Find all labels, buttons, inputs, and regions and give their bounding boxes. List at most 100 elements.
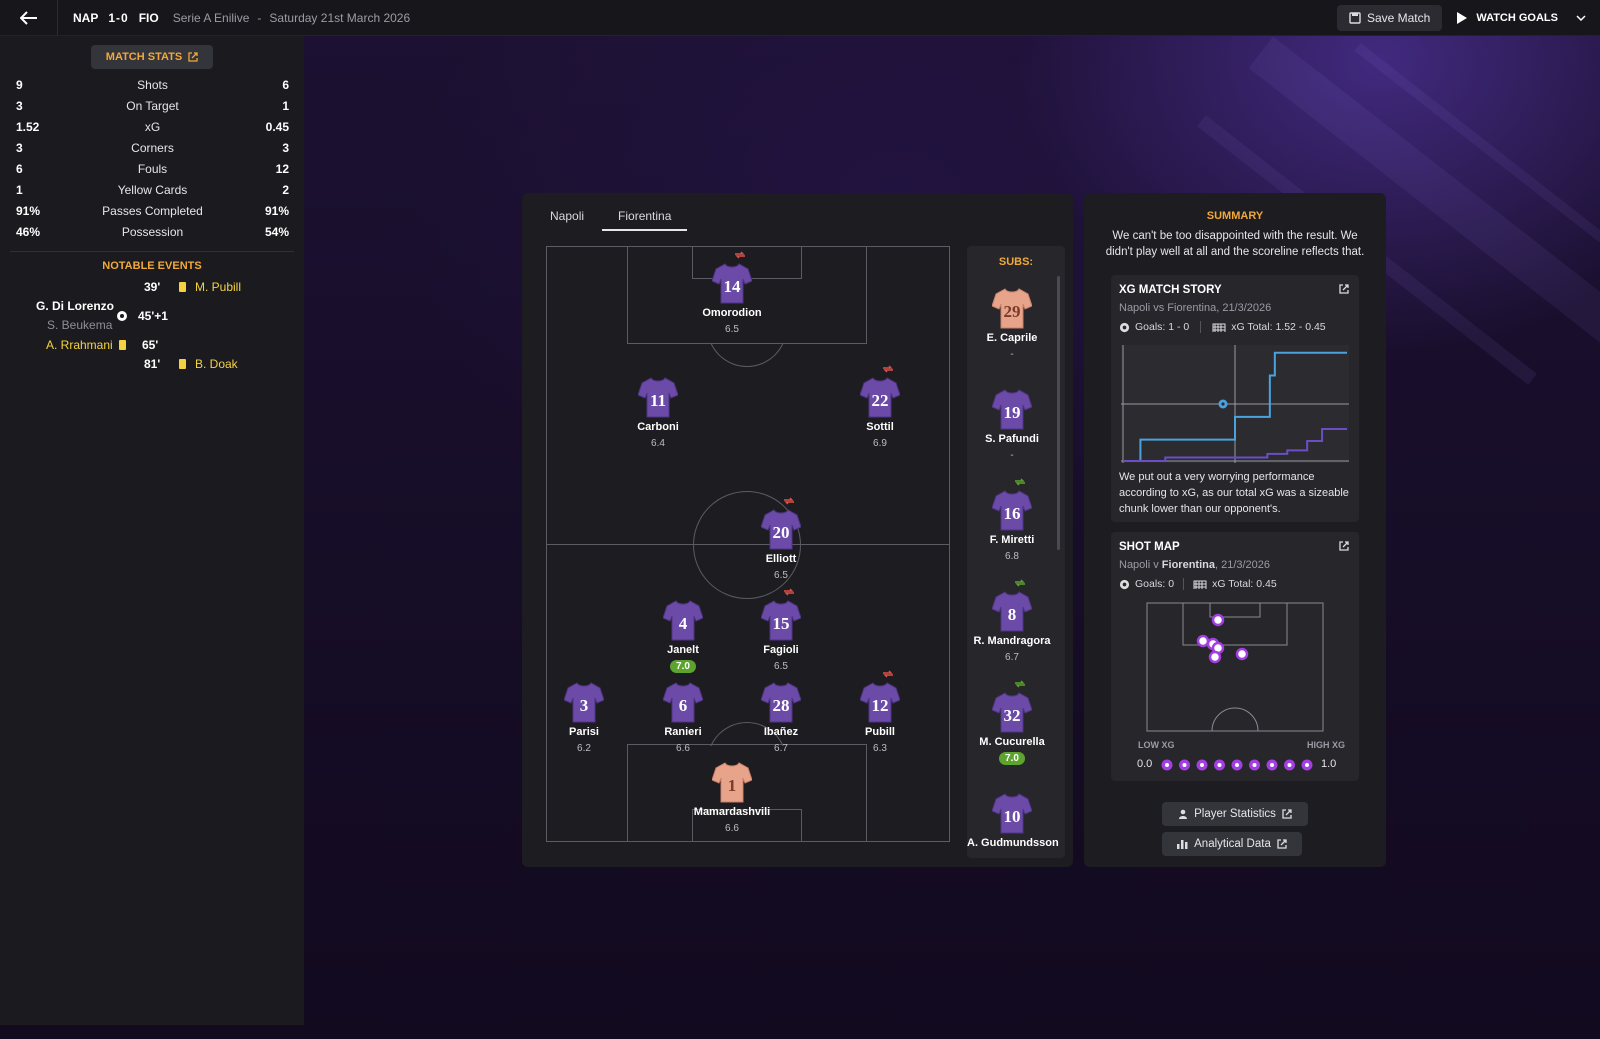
player-ibaez[interactable]: 28 Ibañez 6.7 — [741, 680, 821, 756]
stat-home-value: 46% — [16, 224, 41, 239]
event-player[interactable]: B. Doak — [195, 357, 238, 371]
player-rating: 6.5 — [774, 570, 788, 581]
player-pubill[interactable]: 12 Pubill 6.3 — [840, 670, 920, 756]
player-rating: 6.2 — [577, 743, 591, 754]
player-janelt[interactable]: 4 Janelt 7.0 — [643, 598, 723, 674]
player-ranieri[interactable]: 6 Ranieri 6.6 — [643, 680, 723, 756]
stat-home-value: 9 — [16, 77, 23, 92]
xg-scale-legend — [1161, 759, 1313, 771]
player-rating: 6.7 — [774, 743, 788, 754]
event-player[interactable]: M. Pubill — [195, 280, 241, 294]
shirt-icon: 29 — [991, 286, 1033, 330]
play-icon — [1457, 12, 1468, 24]
player-rating: 7.0 — [999, 752, 1025, 765]
player-name: Carboni — [637, 421, 679, 433]
player-name: Fagioli — [763, 644, 799, 656]
sub-player[interactable]: 32 M. Cucurella 7.0 — [967, 680, 1057, 766]
goal-net-icon — [1212, 323, 1226, 332]
shot-markers — [1196, 613, 1249, 664]
popout-icon — [188, 52, 198, 62]
event-player[interactable]: A. Rrahmani — [46, 338, 113, 352]
player-sottil[interactable]: 22 Sottil 6.9 — [840, 365, 920, 451]
competition-info: Serie A Enilive - Saturday 21st March 2026 — [173, 11, 410, 25]
stat-row: 1.52 xG 0.45 — [16, 116, 289, 137]
analytical-data-button[interactable]: Analytical Data — [1162, 832, 1302, 856]
save-match-button[interactable]: Save Match — [1336, 5, 1443, 31]
stat-row: 3 On Target 1 — [16, 95, 289, 116]
stat-label: Shots — [137, 77, 168, 92]
sub-player[interactable]: 8 R. Mandragora 6.7 — [967, 579, 1057, 665]
sub-player[interactable]: 16 F. Miretti 6.8 — [967, 478, 1057, 564]
popout-icon — [1277, 839, 1287, 849]
sub-on-icon — [1015, 579, 1025, 587]
sub-player[interactable]: 19 S. Pafundi - — [967, 387, 1057, 463]
shot-map-card[interactable]: SHOT MAP Napoli v Fiorentina, 21/3/2026 … — [1111, 532, 1359, 781]
player-fagioli[interactable]: 15 Fagioli 6.5 — [741, 588, 821, 674]
shot-map-pitch — [1146, 602, 1324, 732]
stat-home-value: 3 — [16, 98, 23, 113]
popout-icon[interactable] — [1339, 284, 1349, 294]
sub-on-icon — [1015, 680, 1025, 688]
player-mamardashvili[interactable]: 1 Mamardashvili 6.6 — [692, 760, 772, 836]
shirt-icon: 1 — [711, 760, 753, 804]
svg-text:12: 12 — [872, 696, 889, 715]
tab-napoli[interactable]: Napoli — [536, 203, 598, 229]
stat-home-value: 1.52 — [16, 119, 40, 134]
shot-marker[interactable] — [1208, 650, 1222, 664]
subs-scrollbar[interactable] — [1057, 276, 1060, 550]
event-assist[interactable]: S. Beukema — [47, 318, 112, 332]
player-rating: 6.8 — [1005, 551, 1019, 562]
player-parisi[interactable]: 3 Parisi 6.2 — [544, 680, 624, 756]
low-xg-label: LOW XG — [1138, 740, 1175, 750]
shot-marker[interactable] — [1235, 647, 1249, 661]
competition-name: Serie A Enilive — [172, 10, 250, 25]
player-rating: 6.5 — [774, 661, 788, 672]
popout-icon[interactable] — [1339, 541, 1349, 551]
player-rating: 6.9 — [873, 438, 887, 449]
sub-on-icon — [1015, 478, 1025, 486]
player-name: Sottil — [866, 421, 894, 433]
event-player[interactable]: G. Di Lorenzo — [36, 299, 114, 313]
stat-row: 6 Fouls 12 — [16, 158, 289, 179]
chevron-down-icon[interactable] — [1576, 15, 1586, 21]
xg-scale-max: 1.0 — [1321, 758, 1337, 770]
meta-divider — [1183, 578, 1185, 590]
sub-player[interactable]: 29 E. Caprile - — [967, 286, 1057, 362]
player-name: Elliott — [765, 553, 797, 565]
shot-marker[interactable] — [1196, 634, 1210, 648]
home-team-abbr: NAP — [73, 10, 99, 25]
shot-map-date: , 21/3/2026 — [1214, 559, 1271, 571]
player-statistics-button[interactable]: Player Statistics — [1162, 802, 1308, 826]
shot-marker[interactable] — [1211, 613, 1225, 627]
person-icon — [1179, 809, 1188, 819]
summary-text: We can't be too disappointed with the re… — [1105, 230, 1365, 258]
shirt-icon: 22 — [859, 365, 901, 419]
summary-title: SUMMARY — [1206, 210, 1264, 222]
top-bar: NAP 1-0 FIO Serie A Enilive - Saturday 21s… — [0, 0, 1600, 36]
svg-text:22: 22 — [872, 391, 889, 410]
sub-off-icon — [784, 497, 794, 505]
stat-row: 46% Possession 54% — [16, 221, 289, 242]
divider — [10, 251, 294, 252]
shirt-icon: 14 — [711, 251, 753, 305]
stat-away-value: 12 — [275, 161, 289, 176]
event-minute: 39' — [144, 280, 161, 294]
tab-fiorentina[interactable]: Fiorentina — [602, 203, 688, 231]
save-match-label: Save Match — [1366, 11, 1431, 25]
stat-row: 1 Yellow Cards 2 — [16, 179, 289, 200]
match-stats-button[interactable]: MATCH STATS — [91, 45, 213, 69]
player-elliott[interactable]: 20 Elliott 6.5 — [741, 497, 821, 583]
player-omorodion[interactable]: 14 Omorodion 6.5 — [692, 251, 772, 337]
stat-home-value: 3 — [16, 140, 23, 155]
player-statistics-label: Player Statistics — [1194, 808, 1276, 820]
player-carboni[interactable]: 11 Carboni 6.4 — [618, 375, 698, 451]
sub-player[interactable]: 10 A. Gudmundsson — [967, 791, 1059, 849]
subs-title: SUBS: — [998, 256, 1034, 268]
player-rating: 6.6 — [676, 743, 690, 754]
watch-goals-button[interactable]: WATCH GOALS — [1456, 11, 1586, 25]
back-button[interactable] — [0, 0, 58, 36]
xg-match-story-card[interactable]: XG MATCH STORY Napoli vs Fiorentina, 21/… — [1111, 275, 1359, 522]
top-right-actions: Save Match WATCH GOALS — [1336, 0, 1600, 36]
goal-ball-icon — [117, 311, 127, 321]
player-name: S. Pafundi — [985, 433, 1039, 445]
